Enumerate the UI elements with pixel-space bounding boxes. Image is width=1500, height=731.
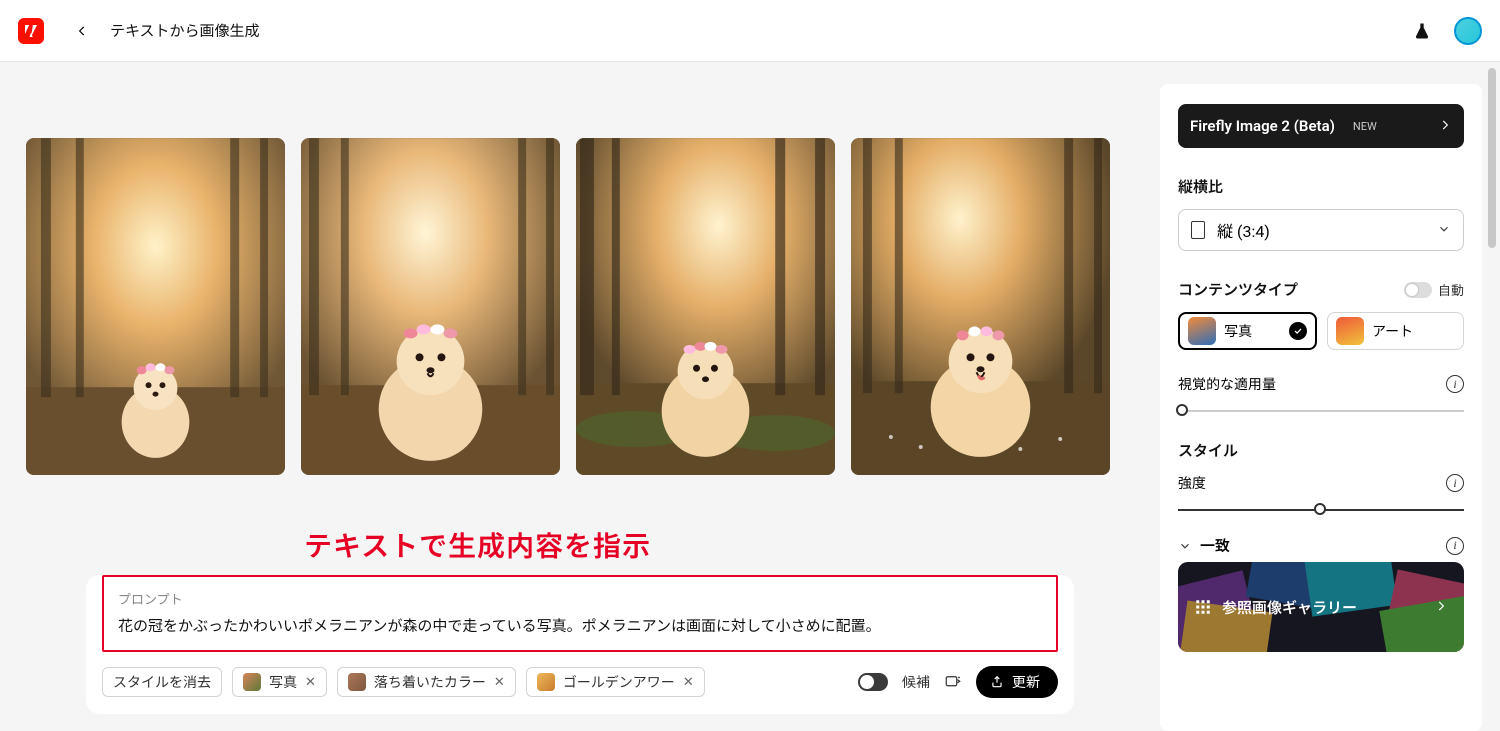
annotation-text: テキストで生成内容を指示 — [304, 525, 1134, 565]
pill-label: 落ち着いたカラー — [374, 672, 486, 692]
pill-label: スタイルを消去 — [113, 672, 211, 692]
info-icon[interactable]: i — [1446, 375, 1464, 393]
truncated-section-header — [1178, 88, 1464, 98]
pill-label: ゴールデンアワー — [563, 672, 675, 692]
style-pill-golden[interactable]: ゴールデンアワー ✕ — [526, 667, 705, 697]
sidebar-scrollbar[interactable] — [1488, 68, 1496, 725]
style-swatch-icon — [243, 673, 261, 691]
prompt-input-area[interactable]: プロンプト 花の冠をかぶったかわいいポメラニアンが森の中で走っている写真。ポメラ… — [102, 575, 1058, 652]
style-title: スタイル — [1178, 440, 1464, 461]
model-name: Firefly Image 2 (Beta) — [1190, 117, 1335, 135]
art-thumb-icon — [1336, 317, 1364, 345]
refresh-label: 更新 — [1012, 672, 1040, 692]
content-area: テキストで生成内容を指示 プロンプト 花の冠をかぶったかわいいポメラニアンが森の… — [0, 62, 1160, 731]
clear-styles-button[interactable]: スタイルを消去 — [102, 667, 222, 697]
model-selector[interactable]: Firefly Image 2 (Beta) NEW — [1178, 104, 1464, 148]
aspect-ratio-title: 縦横比 — [1178, 176, 1464, 197]
candidate-label: 候補 — [902, 672, 930, 692]
info-icon[interactable]: i — [1446, 474, 1464, 492]
photo-thumb-icon — [1188, 317, 1216, 345]
refresh-button[interactable]: 更新 — [976, 666, 1058, 698]
ctype-label: アート — [1372, 321, 1413, 341]
prompt-label: プロンプト — [118, 589, 1042, 608]
app-header: テキストから画像生成 — [0, 0, 1500, 62]
intensity-slider[interactable] — [1178, 509, 1464, 511]
page-title: テキストから画像生成 — [110, 20, 260, 41]
visual-amount-label: 視覚的な適用量 — [1178, 374, 1276, 394]
labs-icon[interactable] — [1412, 21, 1432, 41]
prompt-card: プロンプト 花の冠をかぶったかわいいポメラニアンが森の中で走っている写真。ポメラ… — [86, 575, 1074, 714]
share-icon — [990, 675, 1004, 689]
content-type-photo[interactable]: 写真 — [1178, 312, 1317, 350]
remove-icon[interactable]: ✕ — [494, 675, 505, 690]
chevron-right-icon — [1434, 598, 1448, 617]
generated-image[interactable] — [576, 138, 835, 475]
chevron-right-icon — [1438, 117, 1452, 136]
match-section-toggle[interactable]: 一致 i — [1178, 535, 1464, 556]
remove-icon[interactable]: ✕ — [305, 675, 316, 690]
back-button[interactable] — [72, 21, 92, 41]
prompt-suggest-icon[interactable] — [944, 673, 962, 691]
ctype-label: 写真 — [1224, 321, 1252, 341]
check-icon — [1289, 322, 1307, 340]
generated-image-grid — [26, 138, 1134, 475]
chevron-down-icon — [1437, 221, 1451, 240]
reference-gallery-button[interactable]: 参照画像ギャラリー — [1178, 562, 1464, 652]
grid-icon — [1194, 598, 1212, 616]
aspect-value: 縦 (3:4) — [1217, 218, 1270, 242]
generated-image[interactable] — [26, 138, 285, 475]
user-avatar[interactable] — [1454, 17, 1482, 45]
content-type-title: コンテンツタイプ — [1178, 279, 1298, 300]
remove-icon[interactable]: ✕ — [683, 675, 694, 690]
generated-image[interactable] — [301, 138, 560, 475]
style-swatch-icon — [537, 673, 555, 691]
prompt-text: 花の冠をかぶったかわいいポメラニアンが森の中で走っている写真。ポメラニアンは画面… — [118, 614, 1042, 638]
style-pill-muted[interactable]: 落ち着いたカラー ✕ — [337, 667, 516, 697]
chevron-down-icon — [1178, 539, 1192, 553]
auto-label: 自動 — [1438, 280, 1464, 299]
gallery-label: 参照画像ギャラリー — [1222, 597, 1357, 618]
pill-label: 写真 — [269, 672, 297, 692]
aspect-ratio-select[interactable]: 縦 (3:4) — [1178, 209, 1464, 251]
auto-toggle[interactable] — [1404, 282, 1432, 298]
portrait-icon — [1191, 221, 1205, 239]
match-title: 一致 — [1200, 535, 1230, 556]
candidate-toggle[interactable] — [858, 673, 888, 691]
style-pill-photo[interactable]: 写真 ✕ — [232, 667, 327, 697]
style-swatch-icon — [348, 673, 366, 691]
visual-amount-slider[interactable] — [1178, 410, 1464, 412]
adobe-logo[interactable] — [18, 18, 44, 44]
intensity-label: 強度 — [1178, 473, 1206, 493]
generated-image[interactable] — [851, 138, 1110, 475]
info-icon[interactable]: i — [1446, 537, 1464, 555]
content-type-art[interactable]: アート — [1327, 312, 1464, 350]
new-badge: NEW — [1353, 120, 1377, 133]
settings-sidebar: Firefly Image 2 (Beta) NEW 縦横比 縦 (3:4) コ… — [1160, 84, 1482, 731]
